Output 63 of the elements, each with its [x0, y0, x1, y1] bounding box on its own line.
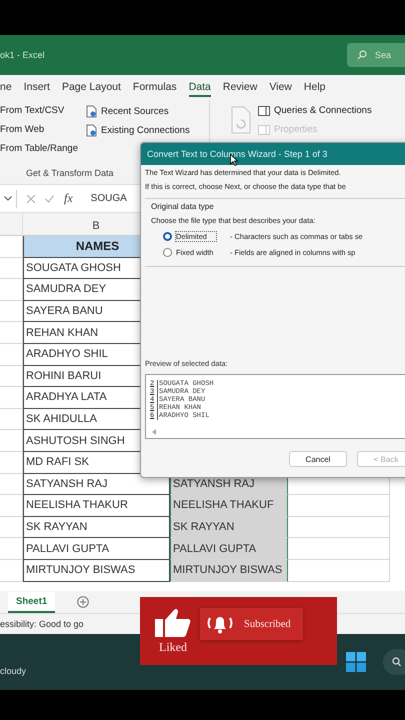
ribbon-tab[interactable]: Insert: [24, 78, 50, 96]
scroll-left-icon[interactable]: [152, 429, 156, 435]
liked-label: Liked: [159, 640, 187, 654]
thumbs-up-icon[interactable]: [154, 608, 192, 638]
table-cell: [0, 344, 23, 366]
panel-icon: [258, 106, 270, 116]
table-cell: NEELISHA THAKUF: [170, 495, 288, 517]
table-cell: [0, 258, 23, 280]
ribbon-command[interactable]: From Table/Range: [0, 143, 78, 154]
ribbon-tab[interactable]: View: [269, 78, 292, 96]
windows-logo-icon[interactable]: [346, 652, 366, 672]
table-cell: [0, 538, 23, 560]
ribbon-tab[interactable]: ne: [0, 78, 12, 96]
ribbon-command[interactable]: From Text/CSV: [0, 105, 78, 116]
ribbon-tab[interactable]: Data: [188, 78, 211, 96]
ribbon-command[interactable]: Existing Connections: [100, 125, 190, 136]
ribbon-tab[interactable]: Formulas: [132, 78, 177, 96]
radio-button[interactable]: [163, 232, 172, 240]
table-cell: [0, 408, 23, 430]
panel-icon: [258, 124, 270, 134]
table-cell: [0, 430, 23, 452]
chevron-down-icon: [4, 196, 12, 201]
table-cell: [0, 495, 23, 517]
formula-field[interactable]: SOUGA: [82, 193, 127, 204]
sheet-tab[interactable]: Sheet1: [8, 592, 56, 612]
table-cell: SK RAYYAN: [170, 516, 288, 538]
table-cell: [0, 366, 23, 388]
group-label: Get & Transform Data: [26, 168, 114, 178]
table-cell: [0, 279, 23, 301]
ribbon-command[interactable]: Queries & Connections: [274, 105, 372, 116]
ribbon-command[interactable]: Recent Sources: [100, 106, 169, 117]
taskbar-search-button[interactable]: [383, 649, 405, 675]
refresh-document-icon: [230, 105, 252, 135]
search-icon: [391, 657, 401, 667]
document-icon: [86, 124, 97, 137]
table-cell: [0, 474, 23, 496]
table-cell: MIRTUNJOY BISWAS: [23, 560, 170, 582]
table-cell: MIRTUNJOY BISWAS: [170, 560, 288, 582]
ribbon-tab[interactable]: Help: [304, 78, 326, 96]
ribbon-command[interactable]: From Web: [0, 124, 78, 135]
table-cell: PALLAVI GUPTA: [170, 538, 288, 560]
table-cell: [0, 560, 23, 582]
dialog-button[interactable]: Cancel: [289, 451, 347, 467]
ribbon-tab[interactable]: Review: [222, 78, 258, 96]
add-sheet-icon[interactable]: [77, 596, 90, 608]
group-title: Original data type: [151, 202, 215, 211]
table-cell: [0, 322, 23, 344]
weather-text[interactable]: cloudy: [0, 666, 26, 676]
window-title: ok1 - Excel: [0, 50, 45, 60]
table-cell: [0, 452, 23, 474]
insert-function-button[interactable]: fx: [64, 191, 73, 206]
radio-button[interactable]: [163, 248, 172, 256]
table-cell: [0, 387, 23, 409]
table-cell: [0, 516, 23, 538]
ribbon-tab[interactable]: Page Layout: [62, 78, 121, 96]
document-icon: [86, 105, 97, 118]
subscribed-button[interactable]: Subscribed: [200, 608, 303, 640]
status-text: essibility: Good to go: [0, 619, 84, 629]
dialog-title: Convert Text to Columns Wizard - Step 1 of 3: [141, 143, 405, 165]
cancel-icon[interactable]: [27, 194, 35, 202]
table-cell: [0, 300, 23, 322]
check-icon[interactable]: [45, 194, 54, 202]
search-icon: [357, 50, 367, 60]
